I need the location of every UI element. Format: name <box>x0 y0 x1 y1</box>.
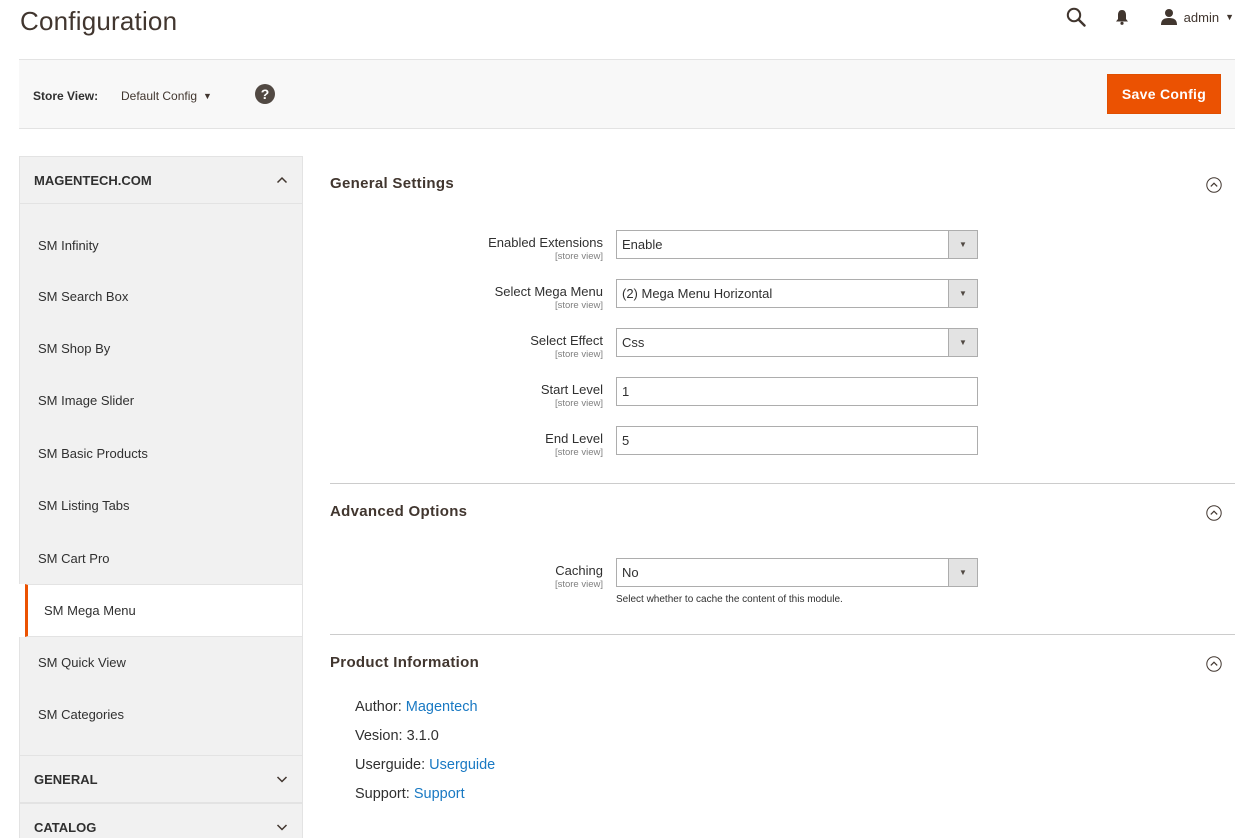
field-scope: [store view] <box>554 398 603 409</box>
bell-icon[interactable] <box>1112 7 1132 27</box>
caret-down-icon: ▼ <box>1225 12 1234 22</box>
caret-down-icon: ▼ <box>948 329 977 356</box>
sidebar-item-sm-listing-tabs[interactable]: SM Listing Tabs <box>19 479 303 532</box>
caret-down-icon: ▼ <box>948 559 977 586</box>
sidebar-item-sm-quick-view[interactable]: SM Quick View <box>19 636 303 690</box>
field-scope: [store view] <box>554 251 603 262</box>
sidebar-group-label: MAGENTECH.COM <box>34 172 152 188</box>
row-end-level: End Level [store view] <box>330 426 1235 475</box>
section-title-advanced[interactable]: Advanced Options <box>330 484 1235 538</box>
select-value: Enable <box>622 237 663 252</box>
field-label: Caching <box>555 563 603 578</box>
chevron-up-icon <box>276 176 288 184</box>
effect-select[interactable]: Css ▼ <box>616 328 978 357</box>
support-label: Support: <box>355 786 410 802</box>
enabled-extensions-select[interactable]: Enable ▼ <box>616 230 978 259</box>
sidebar-item-label: SM Basic Products <box>38 445 148 461</box>
sidebar-group-label: CATALOG <box>34 819 97 835</box>
sidebar-item-label: SM Shop By <box>38 341 111 357</box>
field-label: Select Effect <box>530 333 603 348</box>
sidebar-item-label: SM Image Slider <box>38 393 135 409</box>
userguide-row: Userguide: Userguide <box>355 757 1235 786</box>
mega-menu-select[interactable]: (2) Mega Menu Horizontal ▼ <box>616 279 978 308</box>
row-select-effect: Select Effect [store view] Css ▼ <box>330 328 1235 377</box>
sidebar-group-catalog[interactable]: CATALOG <box>19 803 303 838</box>
config-content: General Settings Enabled Extensions [stor… <box>330 156 1235 815</box>
caret-down-icon: ▼ <box>948 231 977 258</box>
store-view-value: Default Config <box>121 89 198 103</box>
collapse-icon[interactable] <box>1206 656 1222 672</box>
row-caching: Caching [store view] No ▼ Select whether t… <box>330 558 1235 624</box>
sidebar-item-sm-image-slider[interactable]: SM Image Slider <box>19 374 303 428</box>
field-scope: [store view] <box>554 579 603 590</box>
section-product-information: Product Information Author: Magentech Ve… <box>330 635 1235 815</box>
sidebar-item-label: SM Quick View <box>38 655 126 671</box>
store-view-label: Store View: <box>33 89 99 103</box>
user-menu[interactable]: admin ▼ <box>1160 8 1234 26</box>
sidebar-item-label: SM Infinity <box>38 237 99 253</box>
chevron-down-icon <box>276 776 288 783</box>
support-link[interactable]: Support <box>414 786 465 802</box>
start-level-input[interactable] <box>616 377 978 406</box>
userguide-label: Userguide: <box>355 757 426 773</box>
field-label: Start Level <box>540 382 603 397</box>
sidebar-item-sm-cart-pro[interactable]: SM Cart Pro <box>19 531 303 585</box>
config-sidebar: MAGENTECH.COM SM Infinity SM Search Box … <box>19 156 303 838</box>
section-general-settings: General Settings Enabled Extensions [stor… <box>330 156 1235 484</box>
sidebar-item-sm-mega-menu[interactable]: SM Mega Menu <box>25 584 303 637</box>
section-advanced-options: Advanced Options Caching [store view] No ▼… <box>330 484 1235 635</box>
version-row: Vesion: 3.1.0 <box>355 728 439 744</box>
sidebar-item-sm-search-box[interactable]: SM Search Box <box>19 270 303 323</box>
row-enabled-extensions: Enabled Extensions [store view] Enable ▼ <box>330 230 1235 279</box>
user-name: admin <box>1183 9 1220 25</box>
field-label: Enabled Extensions <box>488 235 603 250</box>
select-value: No <box>622 565 639 580</box>
row-select-mega-menu: Select Mega Menu [store view] (2) Mega Me… <box>330 279 1235 328</box>
sidebar-group-label: GENERAL <box>34 771 98 787</box>
section-title-product[interactable]: Product Information <box>330 635 1235 689</box>
page-title: Configuration <box>20 6 178 36</box>
select-value: Css <box>622 335 645 350</box>
sidebar-item-label: SM Search Box <box>38 288 129 304</box>
sidebar-item-label: SM Categories <box>38 706 124 722</box>
sidebar-item-sm-shop-by[interactable]: SM Shop By <box>19 322 303 375</box>
field-scope: [store view] <box>554 349 603 360</box>
field-label: End Level <box>545 431 603 446</box>
store-view-switcher[interactable]: Default Config ▼ <box>121 89 212 103</box>
field-scope: [store view] <box>554 300 603 311</box>
collapse-icon[interactable] <box>1206 505 1222 521</box>
author-row: Author: Magentech <box>355 699 1235 728</box>
search-icon[interactable] <box>1064 5 1088 29</box>
section-title-general[interactable]: General Settings <box>330 156 1235 210</box>
author-label: Author: <box>355 699 402 715</box>
user-icon <box>1160 8 1178 26</box>
author-link[interactable]: Magentech <box>406 699 478 715</box>
sidebar-item-sm-basic-products[interactable]: SM Basic Products <box>19 427 303 480</box>
sidebar-item-label: SM Mega Menu <box>44 603 136 619</box>
help-icon[interactable]: ? <box>255 84 275 104</box>
scope-toolbar: Store View: Default Config ▼ ? Save Conf… <box>19 59 1235 129</box>
support-row: Support: Support <box>355 786 1235 815</box>
field-label: Select Mega Menu <box>494 284 603 299</box>
caret-down-icon: ▼ <box>948 280 977 307</box>
sidebar-item-label: SM Listing Tabs <box>38 498 130 514</box>
userguide-link[interactable]: Userguide <box>429 757 495 773</box>
product-info: Author: Magentech Vesion: 3.1.0 Userguid… <box>330 689 1235 815</box>
save-config-button[interactable]: Save Config <box>1107 74 1221 114</box>
end-level-input[interactable] <box>616 426 978 455</box>
collapse-icon[interactable] <box>1206 177 1222 193</box>
select-value: (2) Mega Menu Horizontal <box>622 286 773 301</box>
sidebar-item-sm-categories[interactable]: SM Categories <box>19 689 303 756</box>
caching-hint: Select whether to cache the content of t… <box>616 594 843 605</box>
row-start-level: Start Level [store view] <box>330 377 1235 426</box>
sidebar-group-general[interactable]: GENERAL <box>19 755 303 804</box>
sidebar-item-sm-infinity[interactable]: SM Infinity <box>19 204 303 270</box>
caret-down-icon: ▼ <box>203 91 212 101</box>
sidebar-group-magentech[interactable]: MAGENTECH.COM <box>19 156 303 204</box>
caching-select[interactable]: No ▼ <box>616 558 978 587</box>
field-scope: [store view] <box>554 447 603 458</box>
sidebar-item-label: SM Cart Pro <box>38 550 110 566</box>
chevron-down-icon <box>276 824 288 831</box>
header-actions: admin ▼ <box>1064 4 1234 30</box>
